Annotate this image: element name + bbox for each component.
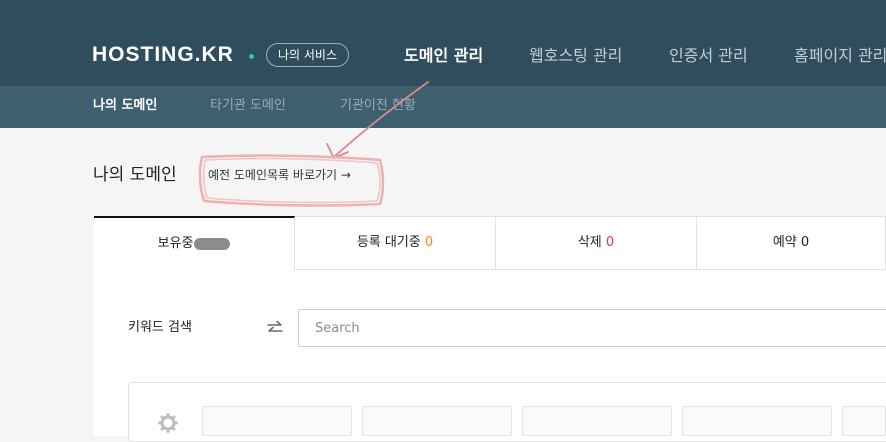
subnav-transfer-status[interactable]: 기관이전 현황 [340,96,416,116]
swap-icon[interactable] [266,320,284,336]
keyword-search-label: 키워드 검색 [128,320,192,335]
tab-deleted-count: 0 [605,235,615,250]
gear-icon[interactable] [158,413,178,433]
tab-deleted[interactable]: 삭제 0 [496,216,697,270]
filter-chip-5[interactable] [842,406,886,436]
tab-pending-label: 등록 대기중 [356,235,421,250]
page-title: 나의 도메인 [93,165,177,185]
nav-homepage-management[interactable]: 홈페이지 관리 [794,44,886,68]
tab-pending[interactable]: 등록 대기중 0 [295,216,496,270]
tab-reserved-label: 예약 [772,235,797,250]
annotation-arrowhead [326,143,349,159]
nav-certificate-management[interactable]: 인증서 관리 [669,44,748,68]
nav-webhosting-management[interactable]: 웹호스팅 관리 [529,44,622,68]
filter-chip-1[interactable] [202,406,352,436]
filter-chip-2[interactable] [362,406,512,436]
my-service-button[interactable]: 나의 서비스 [266,43,350,67]
subnav-other-agency-domain[interactable]: 타기관 도메인 [210,96,286,116]
filter-chip-3[interactable] [522,406,672,436]
search-input[interactable] [298,309,886,347]
tab-owned[interactable]: 보유중 [94,216,295,270]
tab-owned-label: 보유중 [157,236,194,251]
tab-reserved-count: 0 [800,235,810,250]
sub-navigation: 나의 도메인 타기관 도메인 기관이전 현황 [0,86,886,128]
logo-dot-icon [249,54,254,59]
redacted-count [194,237,231,250]
logo[interactable]: HOSTING.KR [92,42,234,68]
top-header: HOSTING.KR 나의 서비스 도메인 관리 웹호스팅 관리 인증서 관리 … [0,0,886,86]
subnav-my-domain[interactable]: 나의 도메인 [93,96,157,116]
tab-reserved[interactable]: 예약 0 [697,216,886,270]
old-domain-list-link[interactable]: 예전 도메인목록 바로가기 → [208,166,351,184]
nav-domain-management[interactable]: 도메인 관리 [404,44,483,68]
filter-chip-4[interactable] [682,406,832,436]
tab-pending-count: 0 [424,235,434,250]
tab-deleted-label: 삭제 [577,235,602,250]
